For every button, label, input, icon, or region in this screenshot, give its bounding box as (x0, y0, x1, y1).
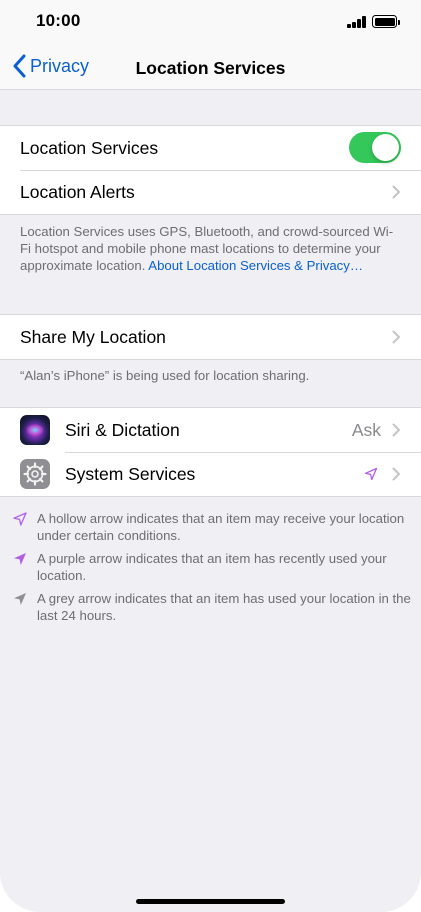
status-bar: 10:00 (0, 0, 421, 44)
system-services-row[interactable]: System Services (0, 452, 421, 496)
location-services-description: Location Services uses GPS, Bluetooth, a… (20, 223, 402, 274)
share-my-location-row[interactable]: Share My Location (0, 315, 421, 359)
legend-text: A grey arrow indicates that an item has … (37, 591, 411, 623)
purple-arrow-icon (14, 553, 26, 565)
siri-dictation-row[interactable]: Siri & Dictation Ask (0, 408, 421, 452)
status-time: 10:00 (36, 11, 81, 30)
cellular-signal-icon (347, 16, 367, 28)
share-location-note: “Alan’s iPhone” is being used for locati… (20, 368, 310, 383)
siri-icon (20, 415, 50, 445)
chevron-right-icon (392, 330, 400, 344)
settings-gear-icon (20, 459, 50, 489)
battery-icon (372, 15, 400, 28)
page-title: Location Services (135, 58, 286, 78)
siri-dictation-label: Siri & Dictation (65, 419, 180, 440)
location-alerts-row[interactable]: Location Alerts (0, 170, 421, 214)
phone-screen: 10:00 Privacy Location Services Location… (0, 0, 421, 912)
about-location-privacy-link[interactable]: About Location Services & Privacy… (148, 258, 363, 273)
chevron-right-icon (392, 467, 400, 481)
system-services-label: System Services (65, 463, 196, 484)
location-alerts-label: Location Alerts (20, 181, 135, 202)
legend-item-purple: A purple arrow indicates that an item ha… (12, 550, 412, 584)
home-indicator[interactable] (136, 899, 285, 904)
legend-item-grey: A grey arrow indicates that an item has … (12, 590, 412, 624)
legend-item-hollow: A hollow arrow indicates that an item ma… (12, 510, 412, 544)
location-services-row: Location Services (0, 126, 421, 170)
share-location-group: Share My Location (0, 314, 421, 360)
hollow-arrow-icon (13, 512, 27, 526)
grey-arrow-icon (14, 593, 26, 605)
location-settings-group: Location Services Location Alerts (0, 125, 421, 215)
chevron-right-icon (392, 185, 400, 199)
apps-group: Siri & Dictation Ask System Services (0, 407, 421, 497)
share-my-location-label: Share My Location (20, 326, 166, 347)
location-services-label: Location Services (20, 137, 159, 158)
legend-text: A purple arrow indicates that an item ha… (37, 551, 387, 583)
siri-permission-value: Ask (351, 419, 381, 440)
location-services-toggle[interactable] (349, 132, 401, 163)
navigation-bar: Privacy Location Services (0, 44, 421, 90)
chevron-right-icon (392, 423, 400, 437)
hollow-location-arrow-icon (364, 467, 378, 481)
legend-text: A hollow arrow indicates that an item ma… (37, 511, 405, 543)
